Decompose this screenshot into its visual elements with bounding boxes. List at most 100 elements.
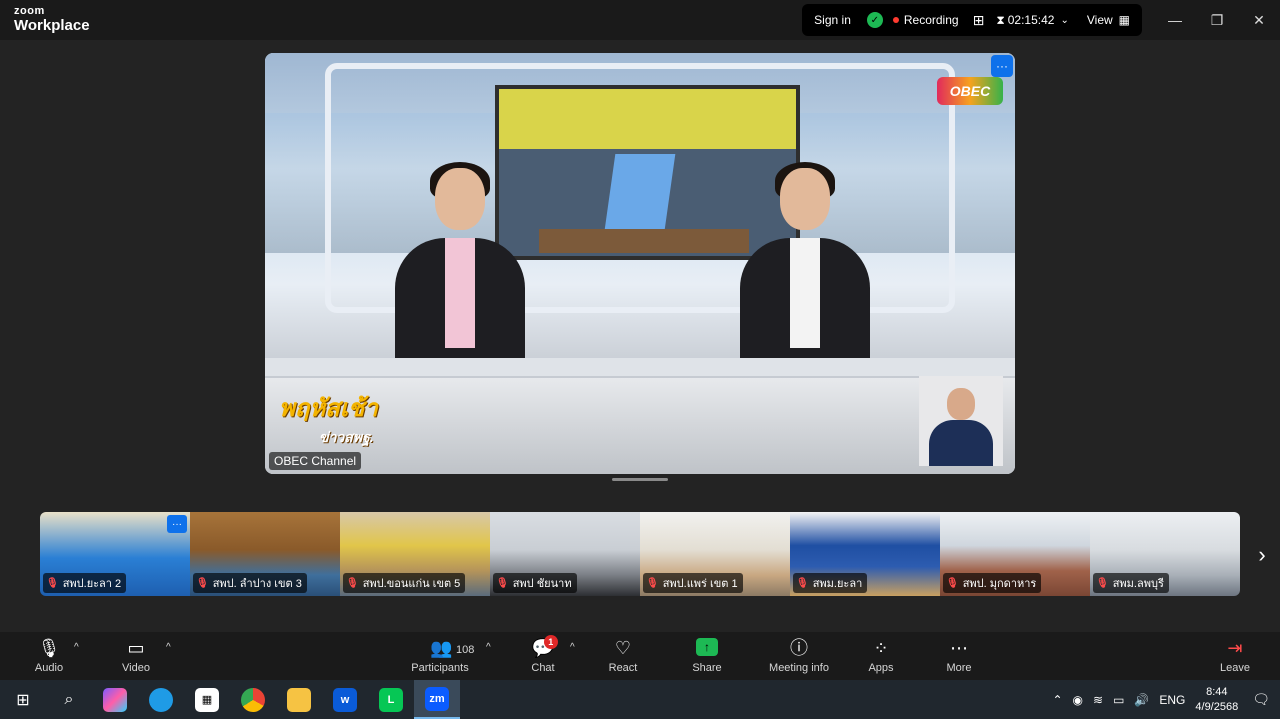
minimize-icon[interactable]: —	[1154, 0, 1196, 40]
chevron-up-icon[interactable]: ⌃	[1052, 693, 1062, 707]
gallery-tile[interactable]: 🎙 สพป. มุกดาหาร	[940, 512, 1090, 596]
gallery-tile[interactable]: 🎙 สพม.ลพบุรี	[1090, 512, 1240, 596]
mic-muted-icon: 🎙	[1096, 577, 1109, 589]
system-tray: ⌃ ◉ ≋ ▭ 🔊 ENG 8:44 4/9/2568 🗨	[1052, 680, 1280, 719]
show-subtitle: ข่าวสพฐ.	[319, 429, 374, 445]
active-speaker-video[interactable]: OBEC ··· พฤหัสเช้า ข่าวสพฐ. OBEC Channel	[265, 53, 1015, 474]
grid-icon[interactable]: ⊞	[973, 12, 985, 29]
hourglass-icon: ⧗	[996, 12, 1005, 27]
chat-caret-icon[interactable]: ^	[570, 642, 575, 653]
gallery-strip: ··· 🎙 สพป.ยะลา 2 🎙 สพป. ลำปาง เขต 3 🎙 สพป.ข…	[40, 512, 1240, 596]
leave-label: Leave	[1220, 662, 1250, 674]
windows-taskbar: ⊞ ⌕ ▦ w L zm ⌃ ◉ ≋ ▭ 🔊 ENG 8:44 4/9/2568…	[0, 680, 1280, 719]
battery-icon[interactable]: ▭	[1113, 693, 1124, 707]
react-label: React	[608, 662, 638, 674]
apps-icon: ⁘	[873, 638, 889, 658]
restore-icon[interactable]: ❐	[1196, 0, 1238, 40]
presenter-female	[390, 162, 530, 358]
notification-icon[interactable]: 🗨	[1252, 691, 1270, 708]
video-button[interactable]: ▭ Video	[116, 632, 156, 680]
share-button[interactable]: ↑ Share	[688, 632, 726, 680]
brand-top: zoom	[14, 5, 45, 17]
webex-icon[interactable]: w	[322, 680, 368, 719]
chat-badge: 1	[543, 635, 558, 649]
chrome-icon[interactable]	[230, 680, 276, 719]
file-explorer-icon[interactable]	[276, 680, 322, 719]
mic-off-icon: 🎙	[37, 638, 61, 658]
audio-label: Audio	[34, 662, 64, 674]
line-icon[interactable]: L	[368, 680, 414, 719]
mic-muted-icon: 🎙	[496, 577, 509, 589]
clock[interactable]: 8:44 4/9/2568	[1195, 685, 1238, 715]
video-more-icon[interactable]: ···	[991, 55, 1013, 77]
view-grid-icon[interactable]: ▦	[1119, 13, 1130, 27]
mic-muted-icon: 🎙	[346, 577, 359, 589]
info-icon: ⓘ	[790, 638, 808, 658]
mic-muted-icon: 🎙	[196, 577, 209, 589]
chevron-right-icon[interactable]: ›	[1250, 542, 1274, 567]
tile-name: สพป ชัยนาท	[512, 578, 572, 590]
presenter-male	[735, 162, 875, 358]
view-button[interactable]: View	[1087, 13, 1113, 27]
title-bar: zoom Workplace Sign in ✓ Recording ⊞ ⧗ 0…	[0, 0, 1280, 40]
zoom-workplace-logo: zoom Workplace	[14, 5, 90, 34]
gallery-tile[interactable]: 🎙 สพม.ยะลา	[790, 512, 940, 596]
mic-muted-icon: 🎙	[46, 577, 59, 589]
tile-name: สพป. มุกดาหาร	[962, 578, 1037, 590]
more-button[interactable]: ⋯ More	[942, 632, 976, 680]
wifi-icon[interactable]: ≋	[1093, 693, 1103, 707]
participants-button[interactable]: 👥 108 Participants	[408, 632, 475, 680]
gallery-tile[interactable]: 🎙 สพป ชัยนาท	[490, 512, 640, 596]
tile-name: สพป. ลำปาง เขต 3	[212, 578, 302, 590]
gallery-tile[interactable]: ··· 🎙 สพป.ยะลา 2	[40, 512, 190, 596]
zoom-taskbar-icon[interactable]: zm	[414, 680, 460, 719]
meeting-info-button[interactable]: ⓘ Meeting info	[764, 632, 834, 680]
gallery-tile[interactable]: 🎙 สพป.แพร่ เขต 1	[640, 512, 790, 596]
participants-count: 108	[456, 644, 475, 656]
audio-caret-icon[interactable]: ^	[74, 642, 79, 653]
video-label: Video	[122, 662, 150, 674]
meeting-stage: OBEC ··· พฤหัสเช้า ข่าวสพฐ. OBEC Channel…	[0, 40, 1280, 632]
apps-button[interactable]: ⁘ Apps	[864, 632, 898, 680]
audio-button[interactable]: 🎙 Audio	[30, 632, 68, 680]
shield-check-icon[interactable]: ✓	[866, 12, 883, 28]
clock-date: 4/9/2568	[1195, 700, 1239, 713]
tile-name: สพม.ลพบุรี	[1112, 578, 1164, 590]
resize-handle[interactable]	[612, 478, 668, 481]
chevron-down-icon[interactable]: ⌄	[1060, 15, 1068, 26]
participants-caret-icon[interactable]: ^	[486, 642, 491, 653]
edge-icon[interactable]	[138, 680, 184, 719]
gallery-tile[interactable]: 🎙 สพป.ขอนแก่น เขต 5	[340, 512, 490, 596]
sign-in-button[interactable]: Sign in	[814, 13, 855, 27]
meeting-info-label: Meeting info	[769, 662, 829, 674]
obec-channel-logo: OBEC	[937, 77, 1003, 105]
chat-button[interactable]: 💬 1 Chat	[526, 632, 560, 680]
recording-dot-icon	[892, 17, 899, 23]
close-icon[interactable]: ✕	[1238, 0, 1280, 40]
gallery-tile[interactable]: 🎙 สพป. ลำปาง เขต 3	[190, 512, 340, 596]
camera-tray-icon[interactable]: ◉	[1073, 693, 1083, 707]
video-caret-icon[interactable]: ^	[166, 642, 171, 653]
chat-label: Chat	[531, 662, 555, 674]
clock-time: 8:44	[1206, 685, 1228, 698]
zoom-label: zm	[425, 686, 449, 711]
copilot-icon[interactable]	[92, 680, 138, 719]
camera-icon: ▭	[127, 638, 145, 658]
react-button[interactable]: ♡ React	[604, 632, 642, 680]
mic-muted-icon: 🎙	[796, 577, 809, 589]
mic-muted-icon: 🎙	[946, 577, 959, 589]
search-icon[interactable]: ⌕	[46, 680, 92, 719]
qr-code-icon[interactable]: ▦	[184, 680, 230, 719]
language-indicator[interactable]: ENG	[1159, 693, 1185, 707]
meeting-timer: 02:15:42	[1007, 13, 1055, 27]
tile-name: สพม.ยะลา	[812, 578, 863, 590]
volume-icon[interactable]: 🔊	[1134, 693, 1149, 707]
recording-label[interactable]: Recording	[904, 13, 959, 27]
meeting-toolbar: 🎙 Audio ^ ▭ Video ^ 👥 108 Participants ^ …	[0, 632, 1280, 680]
participant-name-tag: OBEC Channel	[269, 452, 362, 470]
tile-more-icon[interactable]: ···	[167, 515, 187, 533]
leave-button[interactable]: ⇥ Leave	[1218, 632, 1252, 680]
participants-label: Participants	[411, 662, 469, 674]
chat-icon: 💬 1	[532, 635, 558, 660]
windows-start-icon[interactable]: ⊞	[0, 680, 46, 719]
